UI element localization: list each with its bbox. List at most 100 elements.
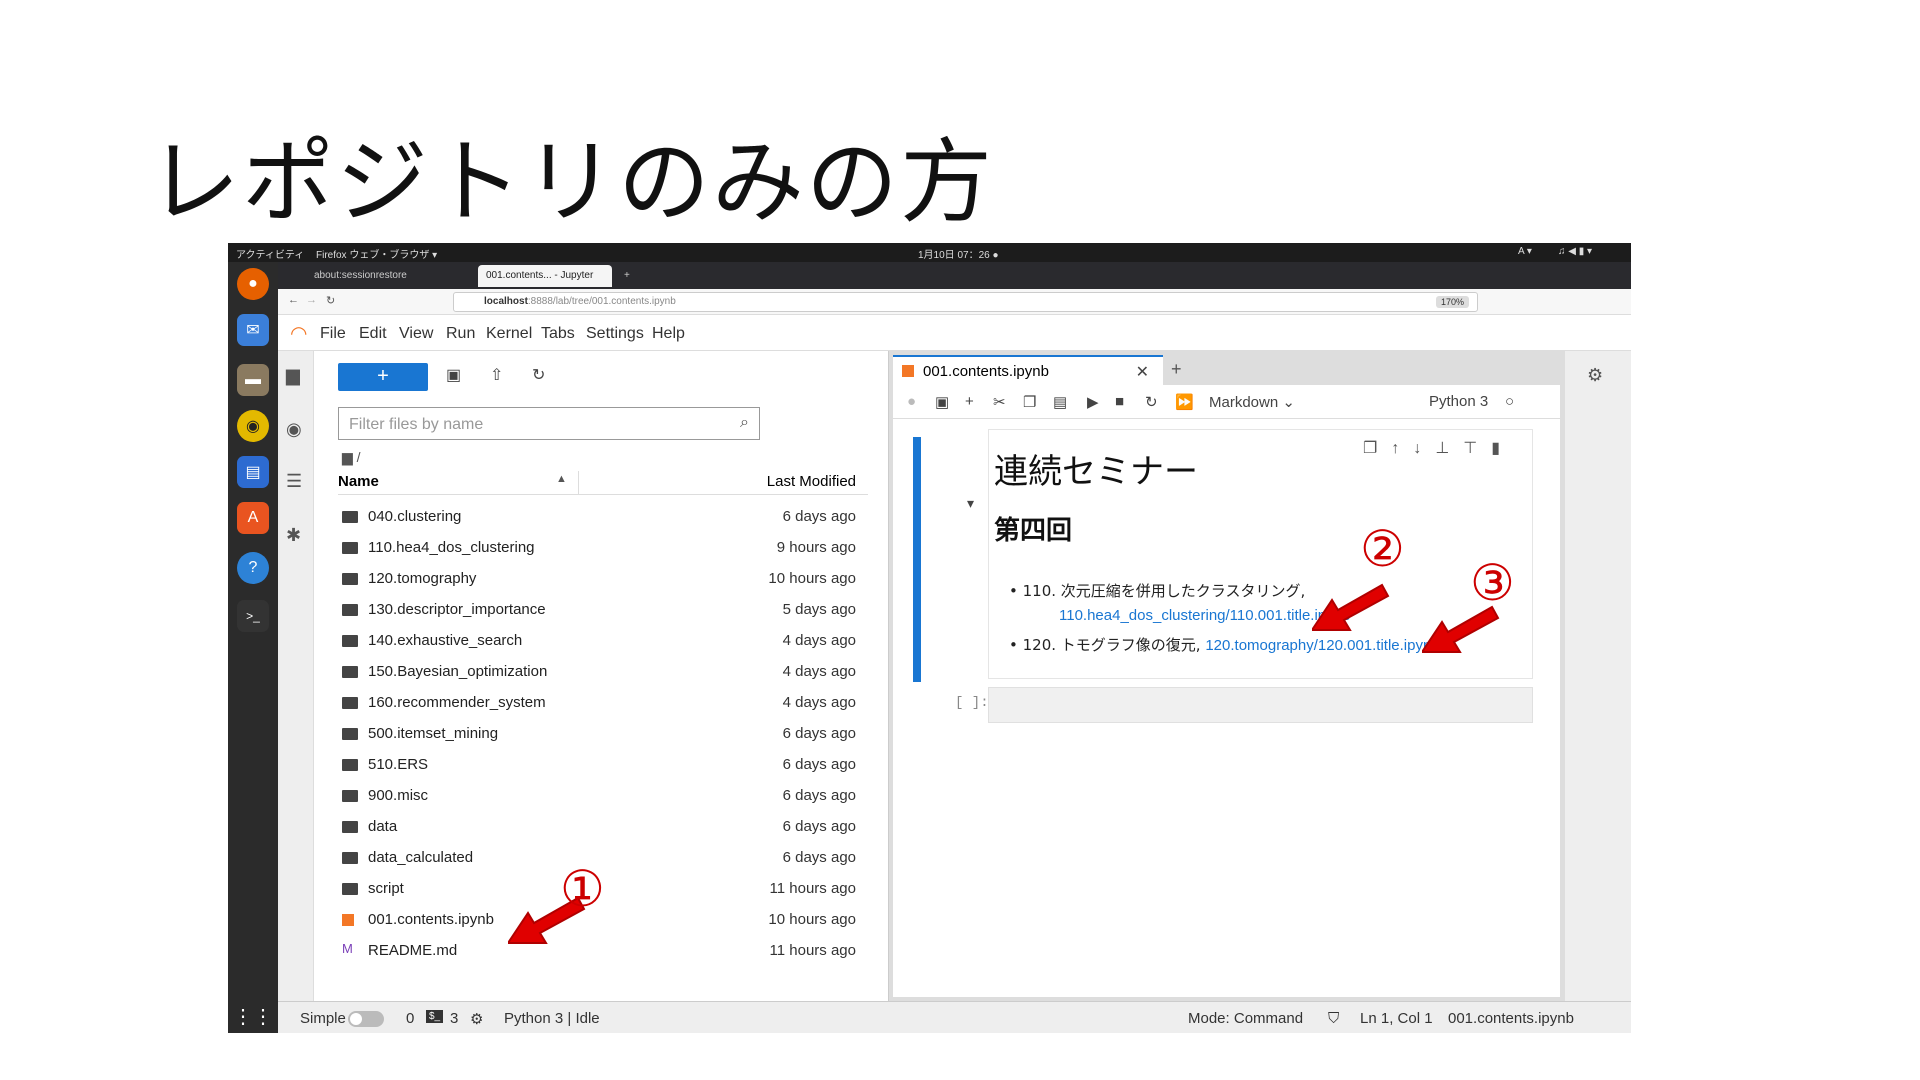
stop-icon[interactable]: ■ [1115,393,1124,410]
system-tray-icon[interactable]: ♫ ◀ ▮ ▾ [1558,246,1592,257]
refresh-icon[interactable]: ↻ [532,365,545,385]
cursor-position[interactable]: Ln 1, Col 1 [1360,1010,1433,1027]
activities-button[interactable]: アクティビティ [236,246,304,261]
file-row[interactable]: 120.tomography 10 hours ago [338,565,868,596]
file-row[interactable]: 130.descriptor_importance 5 days ago [338,596,868,627]
reload-icon[interactable]: ↻ [326,294,335,307]
file-modified: 10 hours ago [768,911,856,928]
clock[interactable]: 1月10日 07：26 ● [918,246,999,261]
file-row[interactable]: M README.md 11 hours ago [338,937,868,968]
file-list-header: Name ▲ Last Modified [338,471,868,495]
terminal-count[interactable]: 3 [450,1010,458,1027]
writer-icon[interactable]: ▤ [237,456,269,488]
new-tab-button[interactable]: + [616,265,638,287]
menu-tabs[interactable]: Tabs [541,325,575,343]
terminal-icon[interactable]: >_ [237,600,269,632]
tab-jupyter[interactable]: 001.contents... - Jupyter [478,265,612,287]
menu-file[interactable]: File [320,325,346,343]
forward-icon[interactable]: → [306,294,317,306]
insert-cell-icon[interactable]: + [965,393,974,410]
notebook-toolbar: ● ▣ + ✂ ❐ ▤ ▶ ■ ↻ ⏩ Markdown ⌄ Python 3 … [893,385,1560,419]
save-icon[interactable]: ▣ [935,393,949,411]
new-folder-icon[interactable]: ▣ [446,365,461,385]
extensions-icon[interactable]: ✱ [286,525,301,546]
firefox-icon[interactable]: ● [237,268,269,300]
kernel-name[interactable]: Python 3 [1429,393,1488,410]
kernel-count[interactable]: 0 [406,1010,414,1027]
run-icon[interactable]: ▶ [1087,393,1099,411]
cut-icon[interactable]: ✂ [993,393,1006,411]
file-row[interactable]: 900.misc 6 days ago [338,782,868,813]
new-launcher-button[interactable]: + [338,363,428,391]
paste-icon[interactable]: ▤ [1053,393,1067,411]
code-cell[interactable] [988,687,1533,723]
col-last-modified[interactable]: Last Modified [767,473,856,490]
add-tab-icon[interactable]: + [1171,359,1182,380]
app-grid-icon[interactable]: ⋮⋮ [233,1000,273,1032]
file-modified: 9 hours ago [776,539,856,556]
menu-run[interactable]: Run [446,325,475,343]
gnome-top-bar: アクティビティ Firefox ウェブ・ブラウザ ▾ 1月10日 07：26 ●… [228,243,1631,262]
upload-icon[interactable]: ⇧ [490,365,503,385]
menu-help[interactable]: Help [652,325,685,343]
insert-below-icon[interactable]: ⊤ [1463,440,1491,457]
menu-kernel[interactable]: Kernel [486,325,532,343]
breadcrumb[interactable]: ▆ / [342,449,361,466]
filter-input[interactable]: Filter files by name ⌕ [338,407,760,440]
restart-icon[interactable]: ↻ [1145,393,1158,411]
col-name[interactable]: Name [338,473,379,490]
cell-type-select[interactable]: Markdown ⌄ [1209,393,1295,411]
file-row[interactable]: 040.clustering 6 days ago [338,503,868,534]
menu-settings[interactable]: Settings [586,325,644,343]
link-110[interactable]: 110.hea4_dos_clustering/110.001.title.ip… [1059,607,1350,624]
input-method[interactable]: A ▾ [1518,246,1532,257]
file-row[interactable]: 150.Bayesian_optimization 4 days ago [338,658,868,689]
kernel-status[interactable]: Python 3 | Idle [504,1010,600,1027]
help-icon[interactable]: ? [237,552,269,584]
annotation-1: ① [560,860,605,918]
right-sidebar: ⚙ [1564,351,1631,1001]
file-row[interactable]: 500.itemset_mining 6 days ago [338,720,868,751]
files-icon[interactable]: ▬ [237,364,269,396]
close-icon[interactable]: ✕ [1136,362,1149,382]
app-menu[interactable]: Firefox ウェブ・ブラウザ ▾ [316,246,437,261]
file-modified: 6 days ago [782,756,856,773]
extension-status-icon: ⚙ [470,1011,484,1028]
collapse-icon[interactable]: ▾ [967,495,974,512]
property-inspector-icon[interactable]: ⚙ [1587,365,1603,386]
file-row[interactable]: 140.exhaustive_search 4 days ago [338,627,868,658]
running-icon[interactable]: ◉ [286,419,302,440]
notebook-tab-title: 001.contents.ipynb [923,363,1049,380]
software-icon[interactable]: A [237,502,269,534]
file-row[interactable]: 510.ERS 6 days ago [338,751,868,782]
url-bar[interactable]: localhost:8888/lab/tree/001.contents.ipy… [453,292,1478,312]
toc-icon[interactable]: ☰ [286,471,302,492]
menu-view[interactable]: View [399,325,433,343]
file-row[interactable]: 110.hea4_dos_clustering 9 hours ago [338,534,868,565]
slide: レポジトリのみの方 アクティビティ Firefox ウェブ・ブラウザ ▾ 1月1… [0,0,1920,1080]
active-cell-indicator[interactable] [913,437,921,682]
folder-icon[interactable]: ▆ [286,365,300,386]
simple-mode-toggle[interactable] [348,1011,384,1027]
zoom-indicator[interactable]: 170% [1435,296,1469,308]
back-icon[interactable]: ← [288,294,299,306]
left-sidebar: ▆ ◉ ☰ ✱ [278,351,314,1001]
delete-icon[interactable]: ▮ [1491,440,1514,457]
run-all-icon[interactable]: ⏩ [1175,393,1194,411]
copy-icon[interactable]: ❐ [1023,393,1036,411]
file-row[interactable]: 160.recommender_system 4 days ago [338,689,868,720]
file-modified: 4 days ago [782,663,856,680]
move-down-icon[interactable]: ↓ [1413,440,1435,457]
move-up-icon[interactable]: ↑ [1391,440,1413,457]
insert-above-icon[interactable]: ⊥ [1435,440,1463,457]
file-row[interactable]: data 6 days ago [338,813,868,844]
duplicate-icon[interactable]: ❐ [1363,440,1391,457]
notebook-tab[interactable]: 001.contents.ipynb ✕ [893,355,1163,385]
tab-sessionrestore[interactable]: about:sessionrestore [306,265,415,287]
cell-type-label: Markdown [1209,394,1279,411]
thunderbird-icon[interactable]: ✉ [237,314,269,346]
menu-edit[interactable]: Edit [359,325,387,343]
rhythmbox-icon[interactable]: ◉ [237,410,269,442]
notebook-mode[interactable]: Mode: Command [1188,1010,1303,1027]
file-name: 110.hea4_dos_clustering [368,539,535,556]
